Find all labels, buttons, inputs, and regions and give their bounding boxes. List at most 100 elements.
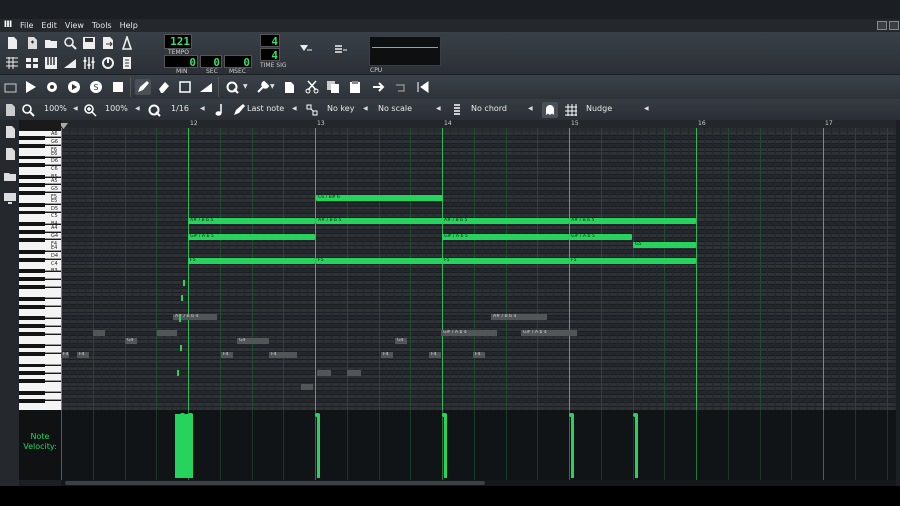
export-icon[interactable] [100, 35, 116, 51]
quantize-select-dropdown-icon[interactable]: ◀ [200, 103, 205, 115]
menu-view[interactable]: View [61, 19, 88, 32]
scale-select[interactable]: No scale [378, 103, 412, 115]
black-key[interactable] [19, 316, 45, 321]
zoom-x-dropdown-icon[interactable]: ◀ [73, 103, 78, 115]
stop-behaviour-icon[interactable] [415, 79, 431, 95]
black-key[interactable] [19, 332, 45, 337]
master-pitch-icon[interactable] [332, 42, 348, 58]
computer-icon[interactable] [2, 190, 18, 206]
snap-dropdown-icon[interactable]: ◀ [644, 103, 649, 115]
black-key[interactable] [19, 249, 45, 254]
velocity-handle[interactable] [569, 413, 574, 417]
time-sec-display[interactable]: 0 [200, 55, 222, 69]
chord-select[interactable]: No chord [471, 103, 507, 115]
black-key[interactable] [19, 269, 45, 274]
black-key[interactable] [19, 277, 45, 282]
black-key[interactable] [19, 363, 45, 368]
horizontal-scroll-thumb[interactable] [65, 481, 485, 485]
black-key[interactable] [19, 237, 45, 242]
note[interactable]: A# / B b 5 [316, 218, 443, 224]
zoom-y-dropdown-icon[interactable]: ◀ [135, 103, 140, 115]
note[interactable]: A# / B b 5 [569, 218, 696, 224]
time-sig-numerator[interactable]: 4 [260, 34, 280, 48]
beat-editor-icon[interactable] [24, 55, 40, 71]
new-from-template-icon[interactable] [24, 35, 40, 51]
key-dropdown-icon[interactable]: ◀ [363, 103, 368, 115]
zoom-x-select[interactable]: 100% [44, 103, 67, 115]
short-note[interactable] [179, 316, 181, 322]
menu-edit[interactable]: Edit [37, 19, 61, 32]
black-key[interactable] [19, 391, 45, 395]
velocity-handle[interactable] [188, 413, 193, 417]
piano-roll-icon[interactable] [43, 55, 59, 71]
velocity-bar[interactable] [571, 414, 574, 478]
master-volume-icon[interactable] [297, 42, 313, 58]
note[interactable]: F5 [442, 258, 569, 264]
erase-mode-icon[interactable] [156, 79, 172, 95]
black-key[interactable] [19, 155, 45, 160]
note-length-select[interactable]: Last note [247, 103, 284, 115]
velocity-bar[interactable] [190, 414, 193, 478]
black-key[interactable] [19, 230, 45, 235]
velocity-bar[interactable] [635, 414, 638, 478]
my-projects-icon[interactable] [2, 146, 18, 162]
record-while-playing-icon[interactable] [66, 79, 82, 95]
time-min-display[interactable]: 0 [164, 55, 198, 69]
piano-keyboard[interactable]: A6 G6 F6 E6 D6 C6 B5 A5 G5 F5 E5 D5 C5 B4 A4 G4 F4 E4 D4 C4… [19, 120, 61, 413]
velocity-handle[interactable] [442, 413, 447, 417]
black-key[interactable] [19, 351, 45, 356]
zoom-y-select[interactable]: 100% [105, 103, 128, 115]
recent-projects-icon[interactable] [62, 35, 78, 51]
stop-icon[interactable] [110, 79, 126, 95]
black-key[interactable] [19, 210, 45, 215]
black-key[interactable] [19, 371, 45, 376]
note-tools-dropdown-icon[interactable]: ▼ [270, 81, 275, 93]
save-project-icon[interactable] [81, 35, 97, 51]
ghost-notes-icon[interactable] [542, 102, 558, 118]
black-key[interactable] [19, 135, 45, 140]
black-key[interactable] [19, 143, 45, 148]
black-key[interactable] [19, 398, 45, 403]
scale-dropdown-icon[interactable]: ◀ [436, 103, 441, 115]
menu-file[interactable]: File [16, 19, 37, 32]
cut-icon[interactable] [304, 79, 320, 95]
velocity-handle[interactable] [180, 413, 185, 417]
open-project-icon[interactable] [43, 35, 59, 51]
note-length-dropdown-icon[interactable]: ◀ [292, 103, 297, 115]
paste-icon[interactable] [281, 79, 297, 95]
paste-clipboard-icon[interactable] [347, 79, 363, 95]
black-key[interactable] [19, 222, 45, 227]
black-key[interactable] [19, 175, 45, 180]
export-tracks-icon[interactable] [119, 35, 135, 51]
timeline-ruler[interactable]: 12 13 14 15 16 17 [61, 120, 896, 128]
note[interactable]: A# / B b 5 [442, 218, 569, 224]
restore-window-icon[interactable] [877, 21, 887, 30]
note[interactable]: F5 [188, 258, 315, 264]
controller-rack-icon[interactable] [100, 55, 116, 71]
short-note[interactable] [183, 280, 185, 286]
quantize-select[interactable]: 1/16 [171, 103, 189, 115]
loop-points-icon[interactable] [393, 79, 409, 95]
note[interactable]: F5 [569, 258, 696, 264]
note[interactable]: G# / A b 5 [442, 234, 569, 240]
chord-dropdown-icon[interactable]: ◀ [528, 103, 533, 115]
velocity-lane[interactable] [61, 410, 896, 480]
quantize-icon[interactable] [225, 79, 241, 95]
black-key[interactable] [19, 379, 45, 384]
black-key[interactable] [19, 257, 45, 262]
new-project-icon[interactable] [4, 35, 20, 51]
note[interactable]: C6 / B# 6 [316, 195, 443, 201]
short-note[interactable] [181, 295, 183, 301]
key-select[interactable]: No key [327, 103, 354, 115]
note-grid[interactable]: 12 13 14 15 16 17 A# / B b 4 A# / B b 4 G# / A … [61, 120, 896, 410]
black-key[interactable] [19, 285, 45, 289]
velocity-bar[interactable] [175, 414, 191, 478]
select-mode-icon[interactable] [177, 79, 193, 95]
quantize-dropdown-icon[interactable]: ▼ [243, 81, 248, 93]
short-note[interactable] [180, 345, 182, 351]
black-key[interactable] [19, 183, 45, 187]
note[interactable]: A# / B b 5 [188, 218, 315, 224]
draw-mode-icon[interactable] [135, 79, 151, 95]
black-key[interactable] [19, 324, 45, 329]
velocity-bar[interactable] [444, 414, 447, 478]
